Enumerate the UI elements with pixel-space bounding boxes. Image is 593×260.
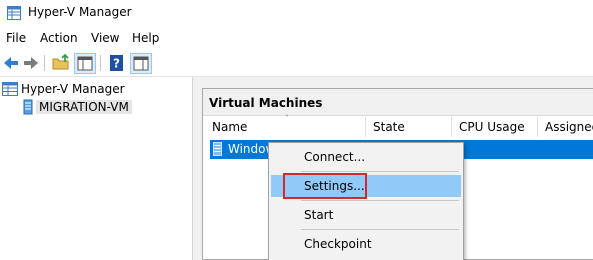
forward-icon[interactable] <box>22 54 40 72</box>
column-header-cpu-usage[interactable]: CPU Usage <box>459 120 525 134</box>
panel-title: Virtual Machines <box>209 96 323 110</box>
tree-node-hyper-v-manager[interactable]: Hyper-V Manager <box>2 80 128 98</box>
menu-item-connect[interactable]: Connect... <box>271 146 461 168</box>
column-header-name[interactable]: Name <box>212 120 247 134</box>
column-header-state[interactable]: State <box>373 120 405 134</box>
column-divider[interactable] <box>365 117 366 137</box>
menu-item-checkpoint[interactable]: Checkpoint <box>271 233 461 255</box>
menu-file[interactable]: File <box>6 31 26 45</box>
menu-action[interactable]: Action <box>40 31 78 45</box>
title-bar: Hyper-V Manager <box>0 0 593 26</box>
menu-item-start[interactable]: Start <box>271 204 461 226</box>
show-hide-console-tree-icon <box>77 56 93 71</box>
hyper-v-manager-icon <box>2 82 18 96</box>
menu-item-label: Checkpoint <box>304 237 372 251</box>
menu-item-label: Connect... <box>304 150 366 164</box>
up-folder-icon[interactable] <box>52 54 70 72</box>
sort-ascending-icon: ˄ <box>285 114 289 123</box>
hyper-v-manager-icon <box>7 6 21 20</box>
menu-item-label: Start <box>304 208 334 222</box>
highlight-annotation-box <box>283 173 367 199</box>
column-header-assigned[interactable]: Assigned <box>545 120 593 134</box>
console-tree: Hyper-V Manager MIGRATION-VM <box>0 77 193 260</box>
toolbar-separator <box>44 55 45 71</box>
tree-node-migration-vm[interactable]: MIGRATION-VM <box>20 98 132 116</box>
column-divider[interactable] <box>451 117 452 137</box>
toolbar: ? <box>0 50 593 77</box>
back-icon[interactable] <box>2 54 20 72</box>
menu-bar: File Action View Help <box>0 28 593 48</box>
window-title: Hyper-V Manager <box>28 5 132 19</box>
show-hide-action-pane-button[interactable] <box>130 53 152 74</box>
show-hide-action-pane-icon <box>133 56 149 71</box>
toolbar-separator <box>100 55 101 71</box>
menu-view[interactable]: View <box>91 31 119 45</box>
menu-separator <box>301 229 459 230</box>
virtual-machine-icon <box>213 142 222 156</box>
context-menu: Connect... Settings... Start Checkpoint <box>268 142 464 260</box>
tree-label: Hyper-V Manager <box>21 82 125 96</box>
server-icon <box>23 99 33 115</box>
menu-separator <box>301 200 459 201</box>
menu-help[interactable]: Help <box>132 31 159 45</box>
panel-header: Virtual Machines <box>203 89 593 116</box>
menu-separator <box>301 171 459 172</box>
svg-text:?: ? <box>113 57 120 71</box>
help-icon[interactable]: ? <box>108 54 126 72</box>
column-divider[interactable] <box>537 117 538 137</box>
tree-label: MIGRATION-VM <box>36 100 132 114</box>
show-hide-console-tree-button[interactable] <box>74 53 96 74</box>
